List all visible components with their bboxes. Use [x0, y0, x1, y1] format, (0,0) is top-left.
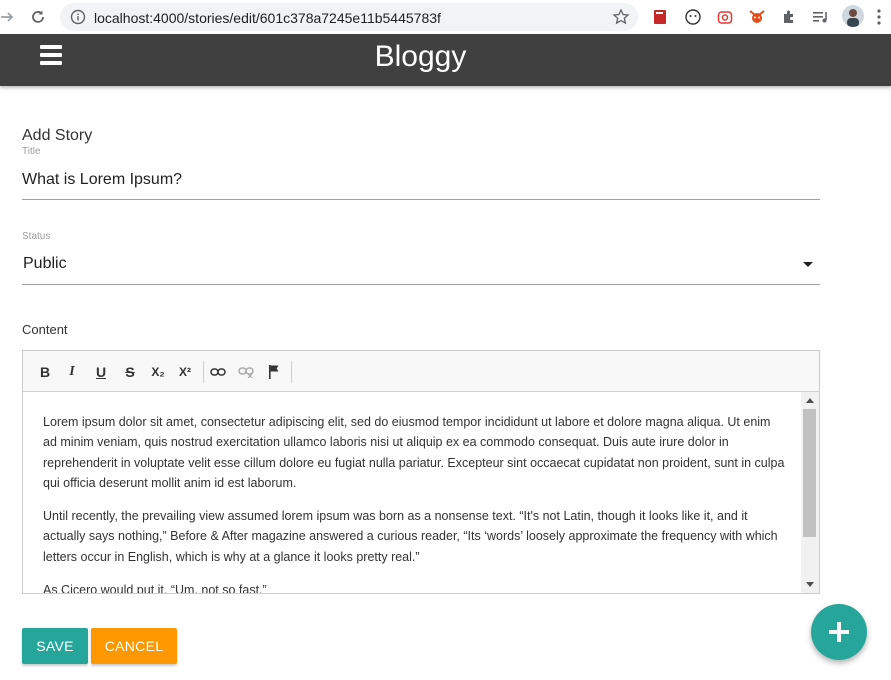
link-icon[interactable]: [207, 361, 229, 383]
bookmark-star-icon[interactable]: [612, 8, 630, 31]
content-label: Content: [22, 322, 68, 337]
media-playlist-icon[interactable]: [812, 8, 830, 26]
browser-toolbar: localhost:4000/stories/edit/601c378a7245…: [0, 0, 891, 34]
url-text[interactable]: localhost:4000/stories/edit/601c378a7245…: [94, 10, 441, 26]
status-selected-value: Public: [23, 255, 67, 272]
editor-content[interactable]: Lorem ipsum dolor sit amet, consectetur …: [23, 392, 801, 593]
editor-scrollbar[interactable]: [801, 392, 819, 593]
forward-arrow-icon[interactable]: [0, 6, 18, 28]
toolbar-divider: [203, 361, 204, 383]
browser-menu-icon[interactable]: [876, 8, 882, 26]
title-input[interactable]: [22, 169, 820, 200]
extension-face-icon[interactable]: [684, 8, 702, 26]
flag-icon[interactable]: [263, 361, 285, 383]
title-label: Title: [22, 146, 41, 157]
app-navbar: Bloggy: [0, 34, 891, 86]
editor-paragraph: Lorem ipsum dolor sit amet, consectetur …: [43, 415, 785, 490]
reload-icon[interactable]: [27, 6, 49, 28]
editor-paragraph: Until recently, the prevailing view assu…: [43, 509, 778, 564]
status-label: Status: [22, 231, 51, 242]
profile-avatar[interactable]: [842, 5, 864, 27]
italic-button[interactable]: I: [61, 361, 83, 383]
plus-icon: [829, 622, 849, 642]
extension-book-icon[interactable]: [651, 8, 669, 26]
subscript-button[interactable]: X₂: [147, 361, 169, 383]
status-select[interactable]: Public: [22, 248, 820, 285]
add-story-fab[interactable]: [811, 604, 867, 660]
rich-text-editor: B I U S X₂ X² Lorem ipsum dolor sit amet…: [22, 350, 820, 594]
toolbar-divider: [291, 361, 292, 383]
save-button[interactable]: SAVE: [22, 628, 88, 664]
editor-toolbar: B I U S X₂ X²: [23, 351, 819, 392]
scroll-up-icon[interactable]: [806, 398, 814, 403]
strikethrough-button[interactable]: S: [119, 361, 141, 383]
unlink-icon[interactable]: [235, 361, 257, 383]
extension-mascot-icon[interactable]: [748, 8, 766, 26]
extension-camera-icon[interactable]: [716, 8, 734, 26]
cancel-button[interactable]: CANCEL: [91, 628, 177, 664]
underline-button[interactable]: U: [90, 361, 112, 383]
bold-button[interactable]: B: [34, 361, 56, 383]
extensions-puzzle-icon[interactable]: [780, 8, 798, 26]
form-heading: Add Story: [22, 127, 93, 144]
editor-paragraph: As Cicero would put it, “Um, not so fast…: [43, 583, 267, 593]
superscript-button[interactable]: X²: [174, 361, 196, 383]
brand-logo[interactable]: Bloggy: [0, 40, 841, 74]
info-icon[interactable]: [70, 9, 86, 30]
scrollbar-thumb[interactable]: [803, 409, 816, 537]
scroll-down-icon[interactable]: [806, 582, 814, 587]
dropdown-caret-icon: [803, 262, 813, 267]
address-bar[interactable]: localhost:4000/stories/edit/601c378a7245…: [60, 3, 638, 31]
